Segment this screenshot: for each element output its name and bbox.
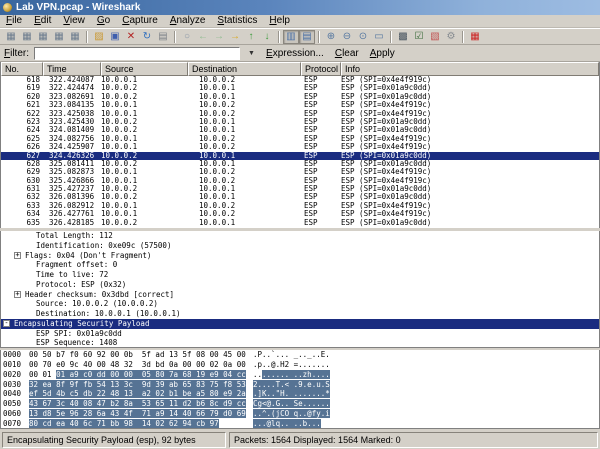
clear-button[interactable]: Clear — [332, 48, 362, 59]
hex-row[interactable]: 0030 32 ea 8f 9f fb 54 13 3c 9d 39 ab 65… — [1, 380, 599, 390]
menu-item[interactable]: Capture — [116, 15, 164, 27]
hex-row[interactable]: 0010 00 70 e0 9c 40 00 48 32 3d bd 0a 00… — [1, 360, 599, 370]
toolbar-separator — [86, 31, 88, 43]
go-to-top-icon[interactable]: ↑ — [243, 30, 259, 44]
packet-list-header: No. Time Source Destination Protocol Inf… — [1, 62, 599, 76]
detail-line[interactable]: ESP SPI: 0x01a9c0dd — [1, 329, 599, 339]
toolbar-separator — [462, 31, 464, 43]
column-header-destination[interactable]: Destination — [188, 62, 301, 76]
tree-expander-icon[interactable]: + — [14, 252, 21, 259]
capture-restart-icon[interactable]: ▦ — [67, 30, 83, 44]
detail-line[interactable]: Protocol: ESP (0x32) — [1, 280, 599, 290]
autoscroll-toggle-icon[interactable]: ▤ — [299, 30, 315, 44]
colorize-toggle-icon[interactable]: ▥ — [283, 30, 299, 44]
list-interfaces-icon[interactable]: ▦ — [3, 30, 19, 44]
toolbar-separator — [390, 31, 392, 43]
capture-start-icon[interactable]: ▦ — [35, 30, 51, 44]
packet-details-pane: Total Length: 112 Identification: 0xe09c… — [0, 231, 600, 348]
close-file-icon[interactable]: ✕ — [123, 30, 139, 44]
go-forward-icon[interactable]: → — [211, 30, 227, 44]
capture-options-icon[interactable]: ▦ — [19, 30, 35, 44]
status-packet-counts: Packets: 1564 Displayed: 1564 Marked: 0 — [229, 432, 598, 448]
hex-row[interactable]: 0000 00 50 b7 f0 60 92 00 0b 5f ad 13 5f… — [1, 350, 599, 360]
go-to-packet-icon[interactable]: → — [227, 30, 243, 44]
expression-button[interactable]: Expression... — [263, 48, 327, 59]
window-title: Lab VPN.pcap - Wireshark — [16, 2, 140, 13]
toolbar-separator — [174, 31, 176, 43]
zoom-in-icon[interactable]: ⊕ — [323, 30, 339, 44]
zoom-out-icon[interactable]: ⊖ — [339, 30, 355, 44]
hex-row[interactable]: 0040 ef 5d 4b c5 db 22 48 13 a2 02 b1 be… — [1, 389, 599, 399]
display-filters-icon[interactable]: ☑ — [411, 30, 427, 44]
go-back-icon[interactable]: ← — [195, 30, 211, 44]
zoom-100-icon[interactable]: ⊙ — [355, 30, 371, 44]
detail-line[interactable]: Time to live: 72 — [1, 270, 599, 280]
wireshark-app-icon — [3, 3, 12, 12]
toolbar-separator — [318, 31, 320, 43]
capture-filters-icon[interactable]: ▩ — [395, 30, 411, 44]
column-header-protocol[interactable]: Protocol — [301, 62, 341, 76]
tree-expander-icon[interactable]: + — [14, 291, 21, 298]
menu-item[interactable]: File — [0, 15, 28, 27]
column-header-time[interactable]: Time — [43, 62, 101, 76]
hex-dump-pane: 0000 00 50 b7 f0 60 92 00 0b 5f ad 13 5f… — [0, 350, 600, 429]
menu-item[interactable]: Help — [263, 15, 296, 27]
reload-icon[interactable]: ↻ — [139, 30, 155, 44]
detail-line[interactable]: Fragment offset: 0 — [1, 260, 599, 270]
detail-line[interactable]: + Flags: 0x04 (Don't Fragment) — [1, 251, 599, 261]
filter-dropdown-arrow-icon[interactable]: ▼ — [245, 47, 258, 60]
filter-bar: Filter: ▼ Expression... Clear Apply — [0, 45, 600, 62]
detail-line[interactable]: - Encapsulating Security Payload — [1, 319, 599, 329]
title-bar: Lab VPN.pcap - Wireshark — [0, 0, 600, 15]
status-field-info: Encapsulating Security Payload (esp), 92… — [2, 432, 226, 448]
detail-line[interactable]: Source: 10.0.0.2 (10.0.0.2) — [1, 299, 599, 309]
main-toolbar: ▦▦▦▦▦▨▣✕↻▤○←→→↑↓▥▤⊕⊖⊙▭▩☑▧⚙▦ — [0, 28, 600, 45]
open-file-icon[interactable]: ▨ — [91, 30, 107, 44]
packet-list-pane: No. Time Source Destination Protocol Inf… — [0, 62, 600, 228]
hex-row[interactable]: 0020 00 01 01 a9 c0 dd 00 00 05 80 7a 68… — [1, 370, 599, 380]
filter-label: Filter: — [4, 48, 29, 59]
menu-item[interactable]: Edit — [28, 15, 57, 27]
toolbar-separator — [278, 31, 280, 43]
capture-stop-icon[interactable]: ▦ — [51, 30, 67, 44]
hex-row[interactable]: 0070 80 cd ea 40 6c 71 bb 98 14 02 62 94… — [1, 419, 599, 429]
find-packet-icon[interactable]: ○ — [179, 30, 195, 44]
status-bar: Encapsulating Security Payload (esp), 92… — [0, 431, 600, 449]
resize-columns-icon[interactable]: ▭ — [371, 30, 387, 44]
help-icon[interactable]: ▦ — [467, 30, 483, 44]
column-header-no[interactable]: No. — [1, 62, 43, 76]
save-file-icon[interactable]: ▣ — [107, 30, 123, 44]
menu-bar: FileEditViewGoCaptureAnalyzeStatisticsHe… — [0, 15, 600, 28]
packet-rows: 618 322.424087 10.0.0.1 10.0.0.2 ESP ESP… — [1, 76, 599, 227]
menu-item[interactable]: Analyze — [164, 15, 212, 27]
column-header-source[interactable]: Source — [101, 62, 188, 76]
hex-row[interactable]: 0060 13 d8 5e 96 28 6a 43 4f 71 a9 14 40… — [1, 409, 599, 419]
go-to-bottom-icon[interactable]: ↓ — [259, 30, 275, 44]
preferences-icon[interactable]: ⚙ — [443, 30, 459, 44]
detail-line[interactable]: + Header checksum: 0x3dbd [correct] — [1, 290, 599, 300]
detail-line[interactable]: ESP Sequence: 1408 — [1, 338, 599, 348]
menu-item[interactable]: Go — [91, 15, 116, 27]
menu-item[interactable]: View — [57, 15, 91, 27]
detail-line[interactable]: Identification: 0xe09c (57500) — [1, 241, 599, 251]
detail-line[interactable]: Total Length: 112 — [1, 231, 599, 241]
column-header-info[interactable]: Info — [341, 62, 599, 76]
packet-row[interactable]: 635 326.428185 10.0.0.2 10.0.0.1 ESP ESP… — [1, 219, 599, 227]
hex-row[interactable]: 0050 43 67 3c 40 08 47 b2 8a 53 65 11 d2… — [1, 399, 599, 409]
tree-expander-icon[interactable]: - — [3, 320, 10, 327]
detail-line[interactable]: Destination: 10.0.0.1 (10.0.0.1) — [1, 309, 599, 319]
menu-item[interactable]: Statistics — [211, 15, 263, 27]
print-icon[interactable]: ▤ — [155, 30, 171, 44]
apply-button[interactable]: Apply — [367, 48, 398, 59]
filter-input[interactable] — [34, 47, 240, 60]
coloring-rules-icon[interactable]: ▧ — [427, 30, 443, 44]
